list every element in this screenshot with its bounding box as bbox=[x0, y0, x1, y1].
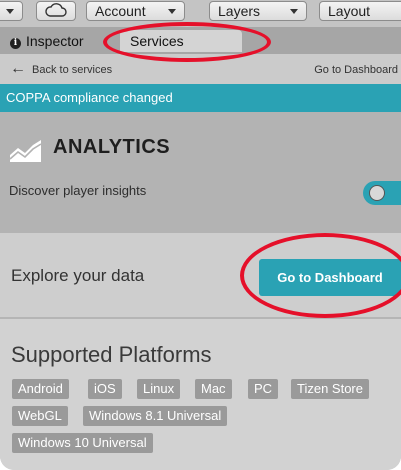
platforms-title: Supported Platforms bbox=[11, 342, 212, 367]
chevron-down-icon bbox=[168, 9, 176, 14]
notification-banner: COPPA compliance changed bbox=[0, 84, 401, 112]
analytics-icon bbox=[9, 140, 42, 162]
explore-label: Explore your data bbox=[11, 266, 145, 285]
back-to-services-link[interactable]: Back to services bbox=[32, 64, 112, 76]
analytics-title: ANALYTICS bbox=[53, 136, 171, 158]
toggle-knob bbox=[369, 185, 385, 201]
account-dropdown[interactable]: Account bbox=[86, 1, 185, 21]
supported-platforms-section: Supported Platforms Android iOS Linux Ma… bbox=[0, 319, 401, 470]
layout-dropdown[interactable]: Layout bbox=[319, 1, 401, 21]
annotation-ellipse-dashboard bbox=[240, 233, 401, 318]
platform-tag: Windows 10 Universal bbox=[12, 433, 153, 453]
analytics-header: ANALYTICS Discover player insights bbox=[0, 112, 401, 233]
platform-tag: Android bbox=[12, 379, 69, 399]
annotation-ellipse-services bbox=[103, 22, 271, 62]
platform-tag: Windows 8.1 Universal bbox=[83, 406, 228, 426]
cloud-icon bbox=[45, 3, 67, 17]
layout-label: Layout bbox=[328, 3, 371, 19]
platform-tag: PC bbox=[248, 379, 279, 399]
banner-text: COPPA compliance changed bbox=[6, 90, 173, 105]
account-label: Account bbox=[95, 3, 146, 19]
toolbar-dropdown-button[interactable] bbox=[0, 1, 23, 21]
cloud-button[interactable] bbox=[36, 1, 76, 21]
services-window: Account Layers Layout i Inspector Service… bbox=[0, 0, 401, 470]
platform-tag: Linux bbox=[137, 379, 181, 399]
back-arrow-icon[interactable]: ← bbox=[10, 60, 26, 78]
platform-tag: Mac bbox=[195, 379, 232, 399]
layers-label: Layers bbox=[218, 3, 261, 19]
analytics-toggle[interactable] bbox=[363, 181, 401, 205]
tab-inspector[interactable]: i Inspector bbox=[10, 33, 84, 49]
platform-tag: Tizen Store bbox=[291, 379, 369, 399]
chevron-down-icon bbox=[290, 9, 298, 14]
tab-inspector-label: Inspector bbox=[26, 33, 84, 49]
analytics-description: Discover player insights bbox=[9, 183, 147, 198]
platform-tag: iOS bbox=[88, 379, 122, 399]
platform-tag: WebGL bbox=[12, 406, 68, 426]
layers-dropdown[interactable]: Layers bbox=[209, 1, 307, 21]
go-to-dashboard-link[interactable]: Go to Dashboard bbox=[314, 64, 398, 76]
info-icon: i bbox=[10, 38, 21, 49]
